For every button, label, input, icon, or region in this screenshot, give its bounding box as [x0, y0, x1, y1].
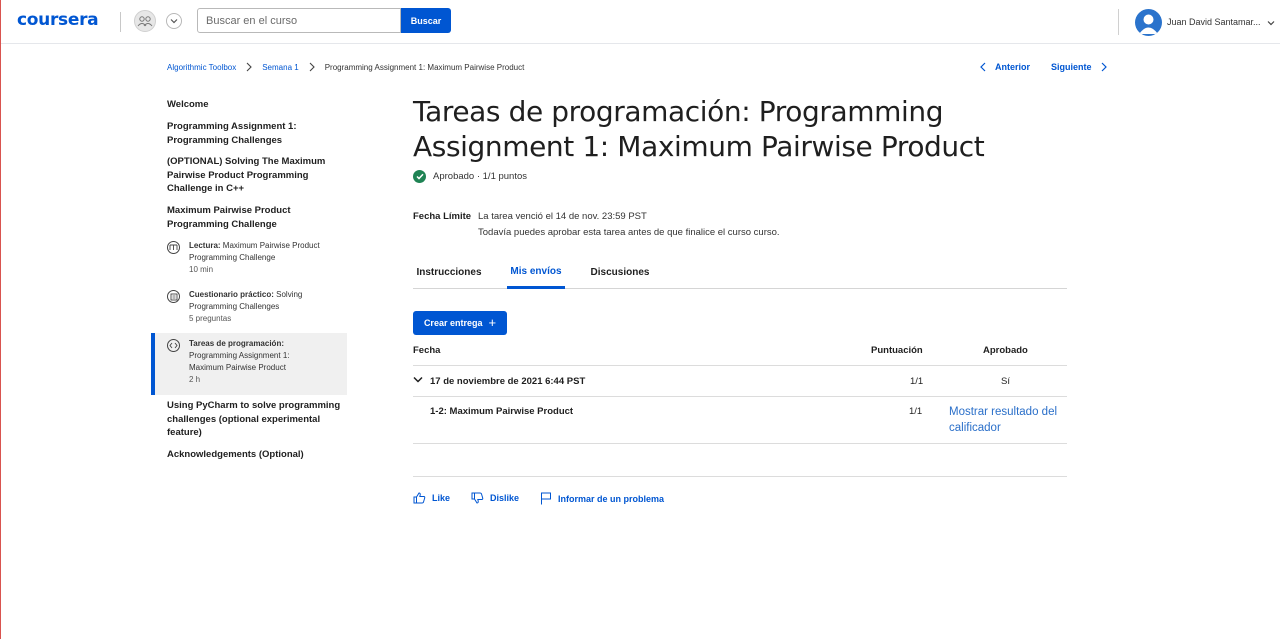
report-problem-button[interactable]: Informar de un problema — [540, 492, 664, 505]
create-submission-button[interactable]: Crear entrega + — [413, 311, 507, 335]
sidebar-item-pycharm[interactable]: Using PyCharm to solve programming chall… — [167, 399, 342, 440]
previous-link[interactable]: Anterior — [980, 62, 1030, 72]
deadline-value: La tarea venció el 14 de nov. 23:59 PST — [478, 211, 647, 222]
plus-icon: + — [488, 315, 497, 330]
like-button[interactable]: Like — [413, 492, 450, 504]
book-icon — [167, 241, 180, 254]
breadcrumb-current: Programming Assignment 1: Maximum Pairwi… — [324, 62, 525, 72]
sidebar-item-programming-assignment[interactable]: Tareas de programación: Programming Assi… — [167, 338, 307, 386]
breadcrumb-week[interactable]: Semana 1 — [262, 63, 298, 72]
chevron-right-icon — [309, 62, 315, 72]
tab-instrucciones[interactable]: Instrucciones — [413, 256, 485, 289]
grade-status: Aprobado · 1/1 puntos — [413, 170, 527, 183]
submission-passed: Sí — [1001, 376, 1010, 387]
header-divider — [120, 12, 121, 32]
column-header-fecha: Fecha — [413, 345, 441, 356]
item-title: Programming Assignment 1: Maximum Pairwi… — [189, 351, 290, 372]
search-button[interactable]: Buscar — [401, 8, 451, 33]
check-circle-icon — [413, 170, 426, 183]
breadcrumb: Algorithmic Toolbox Semana 1 Programming… — [167, 62, 524, 72]
like-label: Like — [432, 493, 451, 503]
dislike-label: Dislike — [490, 493, 520, 503]
previous-label: Anterior — [995, 62, 1031, 72]
sidebar-item-practice-quiz[interactable]: Cuestionario práctico: Solving Programmi… — [167, 289, 347, 325]
active-item-indicator — [151, 333, 155, 395]
dislike-button[interactable]: Dislike — [471, 492, 519, 504]
sidebar-item-max-pairwise-challenge[interactable]: Maximum Pairwise Product Programming Cha… — [167, 204, 317, 231]
chevron-down-icon[interactable] — [1267, 13, 1275, 31]
deadline-block: Fecha Límite La tarea venció el 14 de no… — [413, 209, 780, 238]
sidebar-item-programming-challenges[interactable]: Programming Assignment 1: Programming Ch… — [167, 120, 317, 147]
thumbs-up-icon — [413, 492, 426, 504]
column-header-aprobado: Aprobado — [983, 345, 1028, 356]
chevron-right-icon — [1101, 62, 1107, 72]
sidebar-item-welcome[interactable]: Welcome — [167, 98, 347, 112]
table-divider — [413, 396, 1067, 397]
column-header-puntuacion: Puntuación — [871, 345, 923, 356]
footer-divider — [413, 476, 1067, 477]
quiz-icon — [167, 290, 180, 303]
table-divider — [413, 443, 1067, 444]
chevron-right-icon — [246, 62, 252, 72]
top-navigation-bar: coursera Buscar Juan David Santamar... — [1, 0, 1280, 44]
status-text: Aprobado · 1/1 puntos — [433, 171, 528, 182]
sidebar-item-optional-solving[interactable]: (OPTIONAL) Solving The Maximum Pairwise … — [167, 155, 337, 196]
item-duration: 10 min — [189, 265, 214, 274]
sidebar-item-acknowledgements[interactable]: Acknowledgements (Optional) — [167, 448, 347, 462]
table-divider — [413, 365, 1067, 366]
page-title: Tareas de programación: Programming Assi… — [413, 95, 985, 163]
chevron-left-icon — [980, 62, 986, 72]
next-link[interactable]: Siguiente — [1051, 62, 1107, 72]
deadline-note: Todavía puedes aprobar esta tarea antes … — [478, 227, 780, 238]
coursera-logo[interactable]: coursera — [17, 10, 99, 30]
deadline-label: Fecha Límite — [413, 211, 472, 222]
item-type-label: Cuestionario práctico: — [189, 290, 274, 299]
item-type-label: Tareas de programación: — [189, 339, 284, 348]
search-input[interactable] — [197, 8, 401, 33]
sidebar-item-reading[interactable]: Lectura: Maximum Pairwise Product Progra… — [167, 240, 347, 276]
chevron-down-icon[interactable] — [413, 375, 423, 386]
user-divider — [1118, 9, 1119, 35]
item-type-label: Lectura: — [189, 241, 221, 250]
create-submission-label: Crear entrega — [423, 318, 483, 328]
part-score: 1/1 — [909, 406, 923, 417]
tab-mis-envios[interactable]: Mis envíos — [507, 256, 565, 289]
flag-icon — [541, 492, 551, 505]
code-icon — [167, 339, 180, 352]
thumbs-down-icon — [471, 492, 484, 504]
submission-score: 1/1 — [910, 376, 924, 387]
show-grader-output-link[interactable]: Mostrar resultado del calificador — [949, 404, 1067, 436]
report-problem-label: Informar de un problema — [558, 493, 665, 504]
avatar[interactable] — [1135, 8, 1162, 36]
user-menu[interactable]: Juan David Santamar... — [1135, 8, 1275, 36]
user-name[interactable]: Juan David Santamar... — [1167, 17, 1261, 27]
breadcrumb-course[interactable]: Algorithmic Toolbox — [167, 63, 236, 72]
next-label: Siguiente — [1051, 62, 1092, 72]
chevron-down-icon[interactable] — [166, 13, 182, 29]
assignment-tabs: Instrucciones Mis envíos Discusiones — [413, 256, 1067, 289]
item-duration: 2 h — [189, 375, 201, 384]
tab-discusiones[interactable]: Discusiones — [589, 256, 651, 289]
item-question-count: 5 preguntas — [189, 314, 232, 323]
part-name: 1-2: Maximum Pairwise Product — [430, 406, 574, 417]
submission-date: 17 de noviembre de 2021 6:44 PST — [430, 376, 586, 387]
people-icon[interactable] — [134, 10, 156, 32]
